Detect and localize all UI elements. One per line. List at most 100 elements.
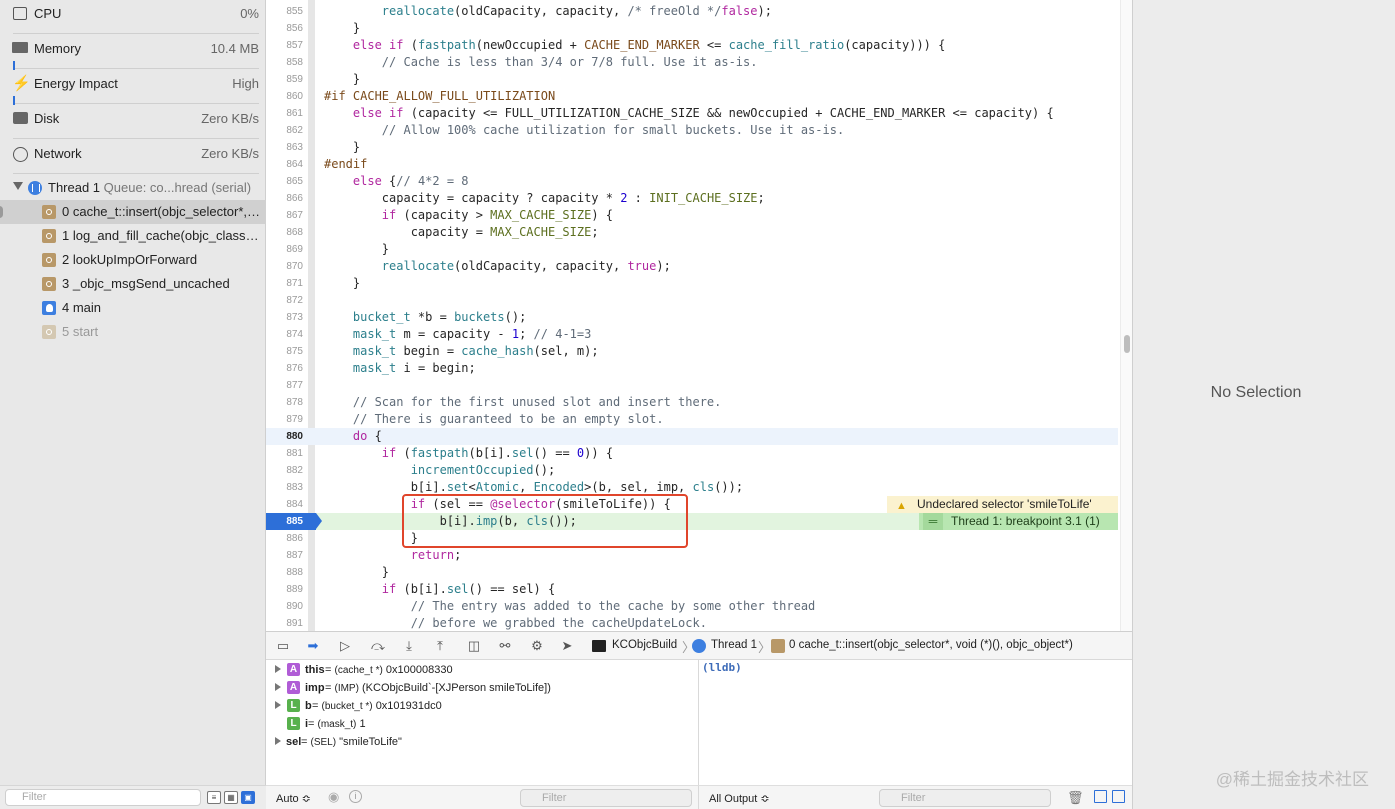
code-line[interactable]: 891 // before we grabbed the cacheUpdate… [266,615,1118,631]
code-text: } [324,21,361,35]
code-line[interactable]: 855 reallocate(oldCapacity, capacity, /*… [266,3,1118,20]
stack-frame-3[interactable]: 3 _objc_msgSend_uncached [0,272,266,296]
view-hierarchy-icon[interactable]: ◫ [465,638,483,654]
environment-overrides-icon[interactable]: ⚙ [528,638,546,654]
hide-debug-area-icon[interactable]: ▭ [274,638,292,654]
code-line[interactable]: 860 #if CACHE_ALLOW_FULL_UTILIZATION [266,88,1118,105]
variables-filter-input[interactable]: Filter [520,789,692,807]
console-view[interactable]: (lldb) [699,660,1132,785]
code-line[interactable]: 876 mask_t i = begin; [266,360,1118,377]
code-line[interactable]: 880 do { [266,428,1118,445]
code-line[interactable]: 866 capacity = capacity ? capacity * 2 :… [266,190,1118,207]
output-selector[interactable]: All Output ≎ [709,792,770,805]
line-number: 856 [286,23,303,34]
code-text: if (b[i].sel() == sel) { [381,582,556,596]
line-number: 873 [286,312,303,323]
expand-triangle-icon[interactable] [275,683,281,691]
code-line[interactable]: 859 } [266,71,1118,88]
code-line[interactable]: 862 // Allow 100% cache utilization for … [266,122,1118,139]
code-line[interactable]: 870 reallocate(oldCapacity, capacity, tr… [266,258,1118,275]
code-line[interactable]: 856 } [266,20,1118,37]
console-filter-input[interactable]: Filter [879,789,1051,807]
code-line[interactable]: 887 return; [266,547,1118,564]
variable-row[interactable]: Athis = (cache_t *) 0x100008330 [266,661,699,679]
code-line[interactable]: 874 mask_t m = capacity - 1; // 4-1=3 [266,326,1118,343]
info-icon[interactable]: i [349,790,362,803]
trash-icon[interactable]: 🗑 [1067,790,1084,806]
gauge-cpu[interactable]: CPU 0% [0,0,266,35]
code-line[interactable]: 858 // Cache is less than 3/4 or 7/8 ful… [266,54,1118,71]
gauge-value: High [232,76,259,91]
thread-row[interactable]: Thread 1 Queue: co...hread (serial) [0,176,266,200]
inspector-scrollbar[interactable] [1381,0,1393,809]
local-badge-icon: L [287,717,300,730]
code-line[interactable]: 878 // Scan for the first unused slot an… [266,394,1118,411]
warning-annotation[interactable]: ▲ Undeclared selector 'smileToLife' [887,496,1118,513]
quick-look-icon[interactable]: ◉ [328,789,339,805]
code-line[interactable]: 890 // The entry was added to the cache … [266,598,1118,615]
stack-frame-4[interactable]: 4 main [0,296,266,320]
editor-scrollbar[interactable] [1120,0,1132,631]
filter-options-icon[interactable]: ≡ [207,791,221,804]
code-text: mask_t begin = cache_hash(sel, m); [352,344,599,358]
disclosure-triangle-icon[interactable] [13,182,23,190]
variable-row[interactable]: sel = (SEL) "smileToLife" [266,733,699,751]
stack-frame-5[interactable]: 5 start [0,320,266,344]
filter-crashed-icon[interactable]: ▣ [241,791,255,804]
code-line[interactable]: 879 // There is guaranteed to be an empt… [266,411,1118,428]
scrollbar-thumb[interactable] [1124,335,1130,353]
code-line[interactable]: 864 #endif [266,156,1118,173]
line-number: 891 [286,618,303,629]
expand-triangle-icon[interactable] [275,701,281,709]
code-line[interactable]: 869 } [266,241,1118,258]
navigator-filter-input[interactable]: Filter [5,789,201,806]
simulate-location-icon[interactable]: ➤ [558,638,576,654]
stack-frame-0[interactable]: 0 cache_t::insert(objc_selector*, void (… [0,200,266,224]
source-editor[interactable]: 855 reallocate(oldCapacity, capacity, /*… [266,0,1132,631]
variable-row[interactable]: Li = (mask_t) 1 [266,715,699,733]
gauge-memory[interactable]: Memory 10.4 MB [0,35,266,70]
code-line[interactable]: 861 else if (capacity <= FULL_UTILIZATIO… [266,105,1118,122]
variable-row[interactable]: Lb = (bucket_t *) 0x101931dc0 [266,697,699,715]
code-text: } [324,140,361,154]
code-line[interactable]: 873 bucket_t *b = buckets(); [266,309,1118,326]
stack-frame-2[interactable]: 2 lookUpImpOrForward [0,248,266,272]
filter-threads-icon[interactable]: ▦ [224,791,238,804]
code-line[interactable]: 889 if (b[i].sel() == sel) { [266,581,1118,598]
show-variables-pane-icon[interactable] [1094,790,1107,803]
memory-graph-icon[interactable]: ⚯ [496,638,514,654]
expand-triangle-icon[interactable] [275,737,281,745]
step-into-icon[interactable]: ⤓ [400,638,418,654]
show-console-pane-icon[interactable] [1112,790,1125,803]
variable-row[interactable]: Aimp = (IMP) (KCObjcBuild`-[XJPerson smi… [266,679,699,697]
expand-triangle-icon[interactable] [275,665,281,673]
code-line[interactable]: 865 else {// 4*2 = 8 [266,173,1118,190]
breadcrumb-frame[interactable]: 0 cache_t::insert(objc_selector*, void (… [789,639,1073,651]
code-line[interactable]: 867 if (capacity > MAX_CACHE_SIZE) { [266,207,1118,224]
step-out-icon[interactable]: ⤒ [431,638,449,654]
code-line[interactable]: 882 incrementOccupied(); [266,462,1118,479]
gauge-energy[interactable]: ⚡ Energy Impact High [0,70,266,105]
step-over-icon[interactable]: ⤼ [369,638,387,654]
code-line[interactable]: 886 } [266,530,1118,547]
variable-value-text: 0x101931dc0 [375,700,442,712]
code-line[interactable]: 857 else if (fastpath(newOccupied + CACH… [266,37,1118,54]
code-line[interactable]: 863 } [266,139,1118,156]
gauge-network[interactable]: Network Zero KB/s [0,140,266,175]
variables-scope-select[interactable]: Auto ≎ [276,792,311,805]
code-line[interactable]: 875 mask_t begin = cache_hash(sel, m); [266,343,1118,360]
code-line[interactable]: 881 if (fastpath(b[i].sel() == 0)) { [266,445,1118,462]
code-line[interactable]: 872 [266,292,1118,309]
code-line[interactable]: 877 [266,377,1118,394]
breakpoint-annotation[interactable]: ═ Thread 1: breakpoint 3.1 (1) [919,513,1118,530]
continue-icon[interactable]: ▷ [336,638,354,654]
code-line[interactable]: 871 } [266,275,1118,292]
code-line[interactable]: 888 } [266,564,1118,581]
breakpoints-toggle-icon[interactable]: ➡ [304,638,322,654]
breadcrumb-thread[interactable]: Thread 1 [711,639,757,651]
stack-frame-1[interactable]: 1 log_and_fill_cache(objc_class*, void (… [0,224,266,248]
breadcrumb-project[interactable]: KCObjcBuild [612,639,677,651]
code-line[interactable]: 868 capacity = MAX_CACHE_SIZE; [266,224,1118,241]
gauge-disk[interactable]: Disk Zero KB/s [0,105,266,140]
code-line[interactable]: 883 b[i].set<Atomic, Encoded>(b, sel, im… [266,479,1118,496]
